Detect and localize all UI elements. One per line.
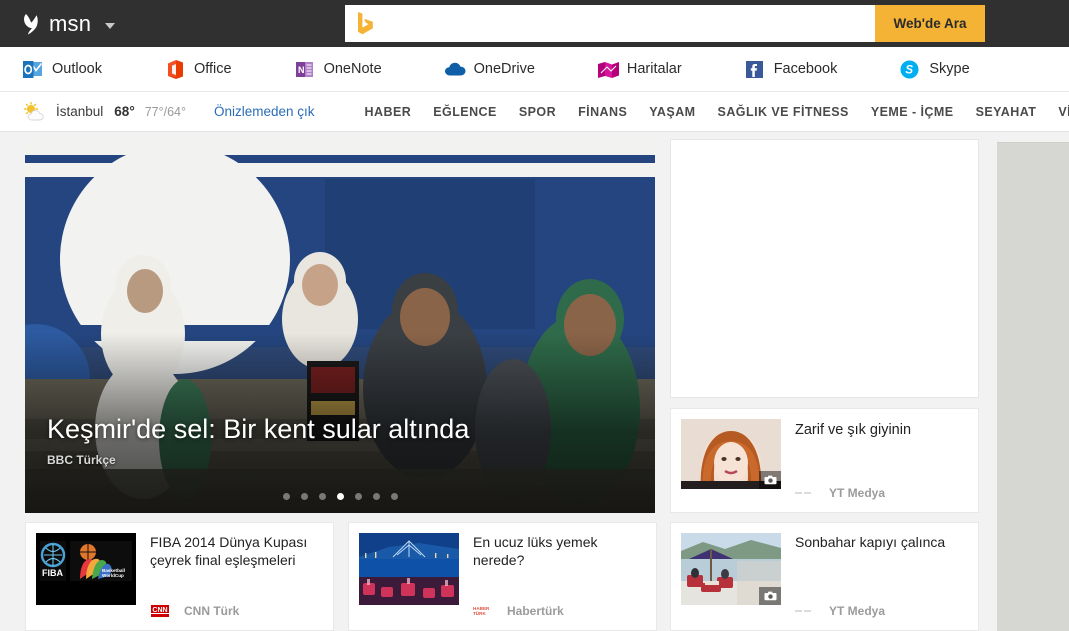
haberturk-logo: HABER TÜRK: [473, 604, 499, 618]
carousel-dot-active[interactable]: [337, 493, 344, 500]
article-thumbnail: [359, 533, 459, 605]
msn-wordmark: msn: [49, 11, 91, 37]
app-label: Facebook: [774, 61, 838, 77]
category-nav-bar: İstanbul 68° 77°/64° Önizlemeden çık HAB…: [0, 92, 1069, 132]
weather-current-temp: 68°: [114, 104, 134, 119]
onenote-icon: N: [294, 59, 315, 80]
svg-text:S: S: [906, 64, 914, 76]
hero-article[interactable]: Keşmir'de sel: Bir kent sular altında BB…: [25, 139, 655, 513]
article-source: YT Medya: [829, 486, 885, 500]
app-label: Skype: [929, 61, 969, 77]
hero-source: BBC Türkçe: [47, 453, 116, 467]
article-body: En ucuz lüks yemek nerede? HABER TÜRK Ha…: [459, 523, 656, 630]
carousel-dot[interactable]: [355, 493, 362, 500]
article-card[interactable]: En ucuz lüks yemek nerede? HABER TÜRK Ha…: [348, 522, 657, 631]
top-bar: msn Web'de Ara: [0, 0, 1069, 47]
app-label: OneDrive: [474, 61, 535, 77]
svg-text:FIBA: FIBA: [42, 568, 63, 578]
article-thumbnail: [681, 533, 781, 605]
weather-high-low: 77°/64°: [145, 105, 186, 119]
cnn-turk-logo: CNN: [150, 604, 176, 618]
article-thumbnail: FIBA Basketball WorldCup: [36, 533, 136, 605]
carousel-dot[interactable]: [319, 493, 326, 500]
search-submit-button[interactable]: Web'de Ara: [875, 5, 985, 42]
facebook-icon: [744, 59, 765, 80]
outlook-icon: [22, 59, 43, 80]
office-icon: [164, 59, 185, 80]
app-label: Haritalar: [627, 61, 682, 77]
camera-icon: [759, 471, 781, 489]
carousel-dot[interactable]: [301, 493, 308, 500]
nav-item-spor[interactable]: SPOR: [519, 105, 556, 119]
app-link-outlook[interactable]: Outlook: [22, 47, 102, 91]
nav-item-seyahat[interactable]: SEYAHAT: [976, 105, 1037, 119]
sun-behind-cloud-icon: [22, 102, 48, 122]
article-body: Zarif ve şık giyinin YT Medya: [781, 409, 978, 512]
nav-item-haber[interactable]: HABER: [365, 105, 412, 119]
carousel-dots: [25, 493, 655, 500]
app-link-skype[interactable]: S Skype: [899, 47, 969, 91]
weather-city: İstanbul: [56, 104, 103, 119]
article-title: FIBA 2014 Dünya Kupası çeyrek final eşle…: [150, 533, 321, 570]
app-label: Outlook: [52, 61, 102, 77]
article-footer: YT Medya: [795, 486, 885, 500]
article-source: Habertürk: [507, 604, 564, 618]
search-bar: Web'de Ara: [345, 5, 985, 42]
search-input[interactable]: [385, 5, 875, 42]
skype-icon: S: [899, 59, 920, 80]
maps-icon: [597, 59, 618, 80]
nav-item-saglik-ve-fitness[interactable]: SAĞLIK VE FİTNESS: [718, 105, 849, 119]
app-link-facebook[interactable]: Facebook: [744, 47, 838, 91]
yt-medya-logo: [795, 604, 821, 618]
app-link-office[interactable]: Office: [164, 47, 232, 91]
nav-item-yeme-icme[interactable]: YEME - İÇME: [871, 105, 954, 119]
ad-placeholder[interactable]: [670, 139, 979, 398]
rail-article-card[interactable]: Zarif ve şık giyinin YT Medya: [670, 408, 979, 513]
main-content: Keşmir'de sel: Bir kent sular altında BB…: [0, 132, 1069, 631]
chevron-down-icon[interactable]: [105, 23, 115, 29]
carousel-dot[interactable]: [391, 493, 398, 500]
article-title: En ucuz lüks yemek nerede?: [473, 533, 644, 570]
article-card-row: FIBA Basketball WorldCup FIBA 2014 Dünya…: [25, 522, 1045, 631]
svg-text:N: N: [298, 65, 305, 75]
nav-item-video[interactable]: VİDEO: [1058, 105, 1069, 119]
apps-bar: Outlook Office N: [0, 47, 1069, 92]
article-title: Zarif ve şık giyinin: [795, 421, 966, 440]
article-footer: CNN CNN Türk: [150, 604, 239, 618]
article-footer: HABER TÜRK Habertürk: [473, 604, 564, 618]
article-body: FIBA 2014 Dünya Kupası çeyrek final eşle…: [136, 523, 333, 630]
yt-medya-logo: [795, 486, 821, 500]
app-label: Office: [194, 61, 232, 77]
article-body: Sonbahar kapıyı çalınca YT Medya: [781, 523, 978, 630]
bing-logo-icon: [345, 5, 385, 42]
hero-headline: Keşmir'de sel: Bir kent sular altında: [47, 414, 469, 445]
carousel-dot[interactable]: [283, 493, 290, 500]
onedrive-icon: [444, 59, 465, 80]
article-footer: YT Medya: [795, 604, 885, 618]
app-label: OneNote: [324, 61, 382, 77]
article-source: YT Medya: [829, 604, 885, 618]
app-link-onenote[interactable]: N OneNote: [294, 47, 382, 91]
msn-butterfly-icon: [22, 13, 42, 35]
msn-brand[interactable]: msn: [22, 11, 115, 37]
nav-item-eglence[interactable]: EĞLENCE: [433, 105, 497, 119]
exit-preview-link[interactable]: Önizlemeden çık: [214, 104, 315, 119]
article-thumbnail: [681, 419, 781, 489]
svg-text:CNN: CNN: [152, 607, 167, 614]
camera-icon: [759, 587, 781, 605]
app-link-haritalar[interactable]: Haritalar: [597, 47, 682, 91]
carousel-dot[interactable]: [373, 493, 380, 500]
nav-item-yasam[interactable]: YAŞAM: [649, 105, 695, 119]
svg-text:WorldCup: WorldCup: [102, 573, 124, 578]
article-source: CNN Türk: [184, 604, 239, 618]
nav-item-finans[interactable]: FİNANS: [578, 105, 627, 119]
article-card[interactable]: Sonbahar kapıyı çalınca YT Medya: [670, 522, 979, 631]
article-card[interactable]: FIBA Basketball WorldCup FIBA 2014 Dünya…: [25, 522, 334, 631]
article-title: Sonbahar kapıyı çalınca: [795, 533, 966, 551]
svg-text:TÜRK: TÜRK: [473, 610, 486, 616]
app-link-onedrive[interactable]: OneDrive: [444, 47, 535, 91]
